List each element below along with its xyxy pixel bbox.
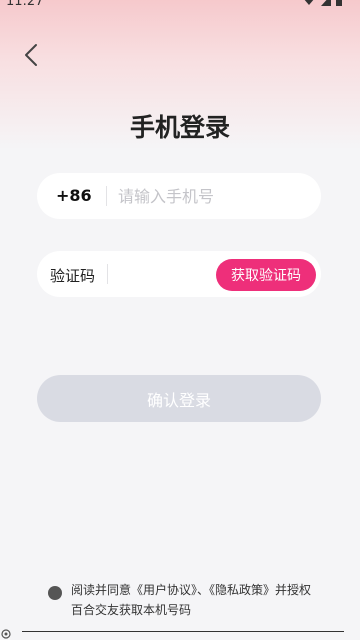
back-button[interactable] (16, 40, 46, 70)
agreement-text[interactable]: 阅读并同意《用户协议》、《隐私政策》并授权百合交友获取本机号码 (71, 580, 321, 620)
battery-icon (336, 0, 342, 6)
bottom-divider (22, 631, 344, 632)
verification-code-field: 验证码 获取验证码 (37, 251, 321, 297)
page-title: 手机登录 (129, 113, 230, 142)
wifi-icon (304, 0, 314, 5)
agreement-checkbox[interactable] (48, 586, 62, 600)
chevron-left-icon (25, 44, 37, 66)
divider (106, 186, 107, 206)
phone-input[interactable] (118, 173, 308, 219)
country-code[interactable]: +86 (56, 186, 92, 205)
code-label: 验证码 (50, 267, 96, 285)
signal-icon (320, 0, 331, 6)
divider (107, 264, 108, 284)
gear-icon (1, 629, 11, 639)
status-bar: 11:27 (0, 0, 360, 12)
code-input[interactable] (115, 251, 215, 297)
get-code-button[interactable]: 获取验证码 (216, 259, 316, 291)
status-icons (303, 0, 342, 9)
phone-field: +86 (37, 173, 321, 219)
status-time: 11:27 (6, 0, 44, 9)
confirm-login-button[interactable]: 确认登录 (37, 375, 321, 422)
